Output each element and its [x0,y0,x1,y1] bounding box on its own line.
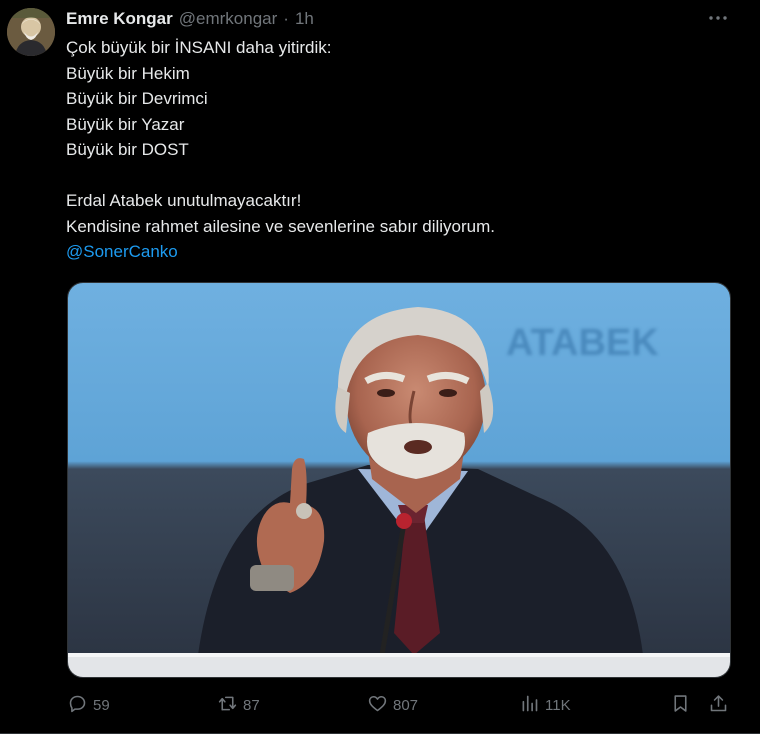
separator-dot: · [283,9,289,28]
tweet-photo[interactable]: ATABEK I [67,282,731,678]
tweet-text-line: Büyük bir Hekim [66,63,190,83]
share-button[interactable] [708,692,729,718]
heart-icon [367,693,388,718]
retweet-count: 87 [243,696,260,714]
bookmark-button[interactable] [670,692,691,718]
author-name[interactable]: Emre Kongar [66,9,173,29]
tweet-text: Çok büyük bir İNSANI daha yitirdik: Büyü… [66,35,726,265]
mention-link[interactable]: @SonerCanko [66,239,726,265]
tweet-text-line: Büyük bir DOST [66,140,189,159]
tweet-text-line: Büyük bir Yazar [66,114,185,134]
tweet-text-line: Büyük bir Devrimci [66,89,208,108]
tweet-text-line: Kendisine rahmet ailesine ve sevenlerine… [66,216,495,236]
like-button[interactable]: 807 [367,692,418,718]
tweet-text-line: Çok büyük bir İNSANI daha yitirdik: [66,38,332,57]
author-handle[interactable]: @emrkongar [179,9,278,29]
timestamp[interactable]: 1h [295,9,314,29]
reply-count: 59 [93,696,110,714]
tweet-actions: 59 87 807 11K [67,692,731,718]
share-icon [708,693,729,718]
views-count: 11K [545,696,571,714]
views-chart-icon [519,693,540,718]
views-button[interactable]: 11K [519,692,571,718]
reply-button[interactable]: 59 [67,692,110,718]
retweet-icon [217,693,238,718]
reply-icon [67,693,88,718]
backdrop-text: ATABEK [506,322,659,364]
like-count: 807 [393,696,419,714]
tweet-text-line: Erdal Atabek unutulmayacaktır! [66,191,302,210]
tweet-header: Emre Kongar @emrkongar · 1h [66,9,314,29]
retweet-button[interactable]: 87 [217,692,260,718]
avatar[interactable] [7,8,55,56]
tweet: Emre Kongar @emrkongar · 1h Çok büyük bi… [0,0,760,734]
bookmark-icon [670,693,691,718]
more-horizontal-icon[interactable] [706,6,730,30]
